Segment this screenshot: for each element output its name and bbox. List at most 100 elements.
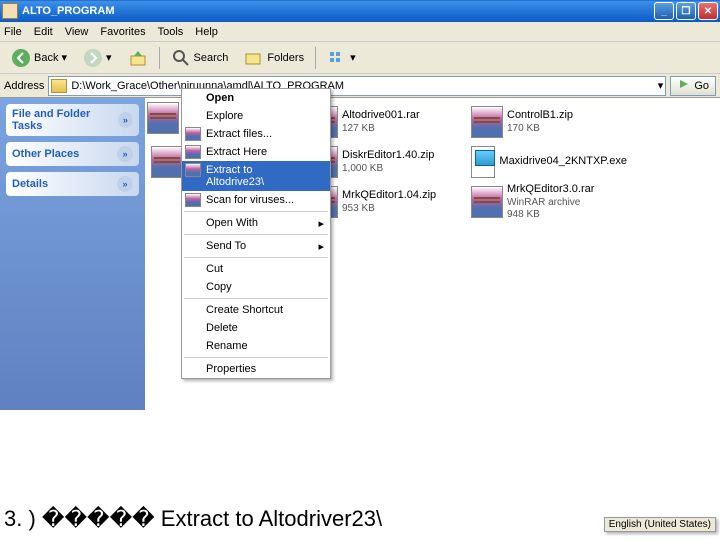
file-meta: 127 KB bbox=[342, 123, 420, 135]
menu-bar: File Edit View Favorites Tools Help bbox=[0, 22, 720, 42]
task-title: Details bbox=[12, 178, 48, 190]
context-menu-item[interactable]: Open With bbox=[182, 214, 330, 232]
menu-separator bbox=[184, 298, 328, 299]
context-menu-item[interactable]: Copy bbox=[182, 278, 330, 296]
menu-item-label: Extract files... bbox=[206, 128, 272, 140]
archive-icon bbox=[151, 146, 183, 178]
menu-item-label: Rename bbox=[206, 340, 248, 352]
folders-button[interactable]: Folders bbox=[237, 45, 311, 71]
menu-item-label: Extract to Altodrive23\ bbox=[206, 164, 264, 188]
menu-separator bbox=[184, 357, 328, 358]
language-indicator[interactable]: English (United States) bbox=[604, 517, 716, 532]
context-menu-item[interactable]: Delete bbox=[182, 319, 330, 337]
task-file-folder[interactable]: File and Folder Tasks» bbox=[6, 104, 139, 136]
task-title: Other Places bbox=[12, 148, 79, 160]
task-other-places[interactable]: Other Places » bbox=[6, 142, 139, 166]
context-menu-item[interactable]: Extract to Altodrive23\ bbox=[182, 161, 330, 191]
back-icon bbox=[11, 48, 31, 68]
context-menu-item[interactable]: Explore bbox=[182, 107, 330, 125]
folder-icon bbox=[51, 79, 67, 93]
maximize-button[interactable]: ❐ bbox=[676, 2, 696, 20]
forward-button[interactable]: ▾ bbox=[76, 45, 119, 71]
file-item[interactable]: ControlB1.zip170 KB bbox=[469, 102, 629, 142]
tasks-panel: File and Folder Tasks» Other Places» Det… bbox=[0, 98, 145, 410]
context-menu: Open Explore Extract files... Extract Here E… bbox=[181, 88, 331, 379]
go-label: Go bbox=[694, 80, 709, 92]
menu-edit[interactable]: Edit bbox=[34, 26, 53, 38]
separator bbox=[159, 47, 160, 69]
context-menu-item[interactable]: Scan for viruses... bbox=[182, 191, 330, 209]
back-label: Back bbox=[34, 52, 58, 64]
menu-favorites[interactable]: Favorites bbox=[100, 26, 145, 38]
file-meta: 948 KB bbox=[507, 209, 594, 221]
chevron-down-icon: ▾ bbox=[350, 51, 356, 64]
archive-icon bbox=[185, 145, 201, 159]
menu-separator bbox=[184, 234, 328, 235]
address-label: Address bbox=[4, 80, 44, 92]
chevron-down-icon: ▾ bbox=[106, 51, 112, 64]
menu-tools[interactable]: Tools bbox=[158, 26, 184, 38]
archive-icon bbox=[471, 106, 503, 138]
chevron-icon[interactable]: » bbox=[117, 176, 133, 192]
menu-view[interactable]: View bbox=[65, 26, 89, 38]
chevron-down-icon: ▾ bbox=[61, 51, 67, 64]
search-icon bbox=[171, 48, 191, 68]
window-title: ALTO_PROGRAM bbox=[22, 5, 654, 17]
file-item[interactable]: Maxidrive04_2KNTXP.exe bbox=[469, 142, 629, 182]
back-button[interactable]: Back ▾ bbox=[4, 45, 74, 71]
menu-item-label: Send To bbox=[206, 240, 246, 252]
menu-item-label: Properties bbox=[206, 363, 256, 375]
menu-help[interactable]: Help bbox=[195, 26, 218, 38]
context-menu-item[interactable]: Cut bbox=[182, 260, 330, 278]
chevron-down-icon[interactable]: ▾ bbox=[658, 79, 664, 92]
folders-label: Folders bbox=[267, 52, 304, 64]
context-menu-item[interactable]: Create Shortcut bbox=[182, 301, 330, 319]
file-item[interactable]: MrkQEditor3.0.rarWinRAR archive948 KB bbox=[469, 182, 629, 222]
address-field[interactable]: ▾ bbox=[48, 76, 666, 96]
menu-item-label: Delete bbox=[206, 322, 238, 334]
main-area: File and Folder Tasks» Other Places» Det… bbox=[0, 98, 720, 410]
minimize-button[interactable]: _ bbox=[654, 2, 674, 20]
up-button[interactable] bbox=[121, 45, 155, 71]
context-menu-item[interactable]: Rename bbox=[182, 337, 330, 355]
task-details[interactable]: Details » bbox=[6, 172, 139, 196]
context-menu-item[interactable]: Extract Here bbox=[182, 143, 330, 161]
context-menu-item[interactable]: Properties bbox=[182, 360, 330, 378]
file-name: MrkQEditor3.0.rar bbox=[507, 183, 594, 196]
folders-icon bbox=[244, 48, 264, 68]
menu-item-label: Open bbox=[206, 92, 234, 104]
archive-icon bbox=[185, 127, 201, 141]
separator bbox=[315, 47, 316, 69]
context-menu-item[interactable]: Open bbox=[182, 89, 330, 107]
context-menu-item[interactable]: Send To bbox=[182, 237, 330, 255]
exe-icon bbox=[471, 146, 495, 178]
title-bar: ALTO_PROGRAM _ ❐ ✕ bbox=[0, 0, 720, 22]
menu-separator bbox=[184, 257, 328, 258]
views-button[interactable]: ▾ bbox=[320, 45, 363, 71]
close-button[interactable]: ✕ bbox=[698, 2, 718, 20]
menu-item-label: Explore bbox=[206, 110, 243, 122]
search-button[interactable]: Search bbox=[164, 45, 236, 71]
file-meta: 1,000 KB bbox=[342, 163, 434, 175]
views-icon bbox=[327, 48, 347, 68]
menu-item-label: Scan for viruses... bbox=[206, 194, 294, 206]
menu-item-label: Create Shortcut bbox=[206, 304, 283, 316]
archive-icon bbox=[185, 163, 201, 177]
file-name: MrkQEditor1.04.zip bbox=[342, 189, 436, 202]
app-icon bbox=[2, 3, 18, 19]
file-meta: 953 KB bbox=[342, 203, 436, 215]
file-name: ControlB1.zip bbox=[507, 109, 573, 122]
menu-item-label: Open With bbox=[206, 217, 258, 229]
chevron-icon[interactable]: » bbox=[118, 112, 133, 128]
context-menu-item[interactable]: Extract files... bbox=[182, 125, 330, 143]
menu-item-label: Cut bbox=[206, 263, 223, 275]
file-name: DiskrEditor1.40.zip bbox=[342, 149, 434, 162]
forward-icon bbox=[83, 48, 103, 68]
task-title: File and Folder Tasks bbox=[12, 108, 118, 132]
menu-file[interactable]: File bbox=[4, 26, 22, 38]
chevron-icon[interactable]: » bbox=[117, 146, 133, 162]
go-button[interactable]: Go bbox=[670, 76, 716, 96]
archive-icon bbox=[185, 193, 201, 207]
address-input[interactable] bbox=[71, 80, 657, 92]
file-meta: WinRAR archive bbox=[507, 197, 594, 209]
